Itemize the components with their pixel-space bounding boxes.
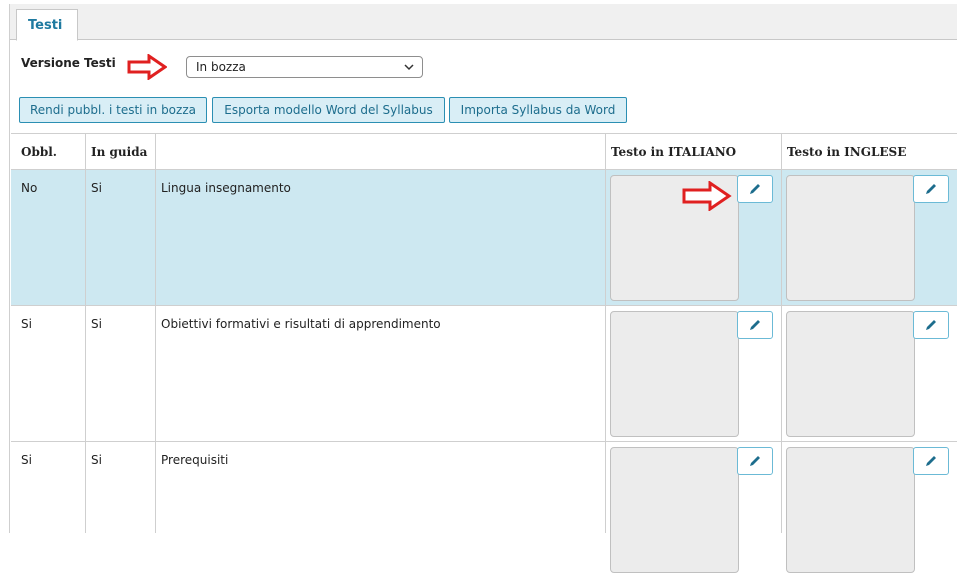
header-testo-inglese: Testo in INGLESE — [787, 145, 907, 159]
edit-italian-button[interactable] — [737, 175, 773, 203]
version-select-value: In bozza — [196, 60, 246, 74]
pencil-icon — [926, 456, 936, 466]
cell-obbl: Si — [21, 453, 32, 467]
edit-italian-button[interactable] — [737, 311, 773, 339]
header-testo-italiano: Testo in ITALIANO — [611, 145, 737, 159]
header-in-guida: In guida — [91, 145, 148, 159]
pencil-icon — [750, 456, 760, 466]
publish-drafts-button[interactable]: Rendi pubbl. i testi in bozza — [19, 97, 207, 123]
import-word-button[interactable]: Importa Syllabus da Word — [449, 97, 627, 123]
cell-in-guida: Si — [91, 453, 102, 467]
pencil-icon — [926, 184, 936, 194]
cell-in-guida: Si — [91, 181, 102, 195]
edit-italian-button[interactable] — [737, 447, 773, 475]
pencil-icon — [926, 320, 936, 330]
italian-text-box[interactable] — [610, 447, 739, 573]
pencil-icon — [750, 320, 760, 330]
tab-bar: Testi — [10, 4, 957, 41]
cell-description: Prerequisiti — [161, 453, 229, 467]
english-text-box[interactable] — [786, 311, 915, 437]
red-arrow-icon — [682, 181, 732, 211]
english-text-box[interactable] — [786, 175, 915, 301]
italian-text-box[interactable] — [610, 311, 739, 437]
red-arrow-icon — [127, 54, 167, 80]
pencil-icon — [750, 184, 760, 194]
syllabus-panel: Testi Versione Testi In bozza Rendi pubb… — [9, 4, 957, 573]
cell-obbl: Si — [21, 317, 32, 331]
cell-description: Obiettivi formativi e risultati di appre… — [161, 317, 441, 331]
version-select[interactable]: In bozza — [186, 56, 423, 78]
cell-description: Lingua insegnamento — [161, 181, 291, 195]
tab-testi[interactable]: Testi — [16, 9, 78, 41]
edit-english-button[interactable] — [913, 311, 949, 339]
export-word-button[interactable]: Esporta modello Word del Syllabus — [212, 97, 445, 123]
header-obbl: Obbl. — [21, 145, 57, 159]
edit-english-button[interactable] — [913, 447, 949, 475]
cell-obbl: No — [21, 181, 38, 195]
chevron-down-icon — [404, 64, 414, 71]
english-text-box[interactable] — [786, 447, 915, 573]
cell-in-guida: Si — [91, 317, 102, 331]
version-label: Versione Testi — [21, 56, 116, 70]
edit-english-button[interactable] — [913, 175, 949, 203]
